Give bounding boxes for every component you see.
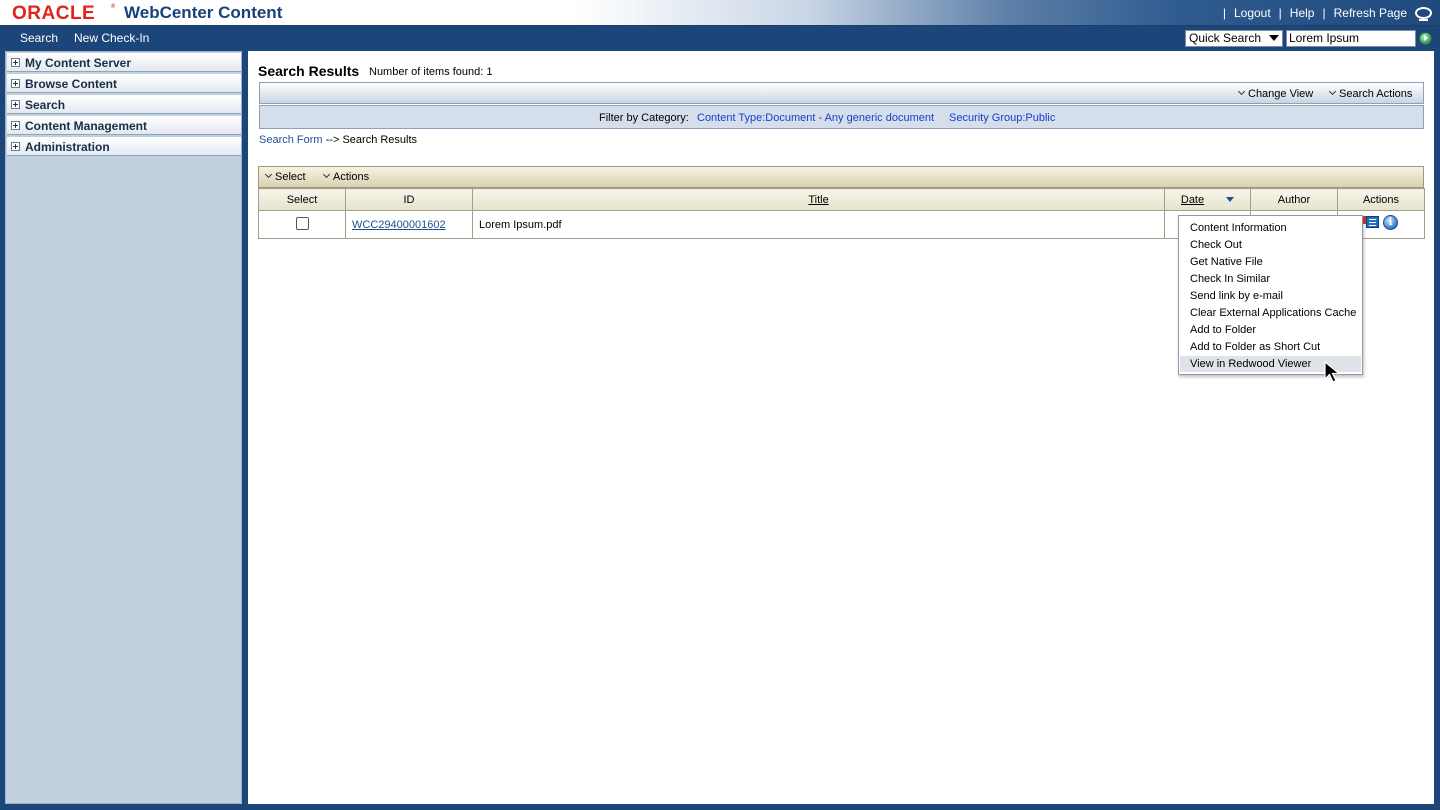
main-content bbox=[248, 51, 1434, 804]
chevron-down-icon bbox=[322, 170, 331, 179]
col-header-select: Select bbox=[258, 188, 346, 211]
table-toolbar: Select Actions bbox=[258, 166, 1424, 188]
menu-item-send-link-by-email[interactable]: Send link by e-mail bbox=[1180, 288, 1361, 304]
row-actions-popup-menu: Content Information Check Out Get Native… bbox=[1178, 215, 1363, 375]
col-header-author: Author bbox=[1250, 188, 1338, 211]
filter-security-group-link[interactable]: Security Group:Public bbox=[949, 112, 1055, 124]
oracle-logo: ORACLE bbox=[12, 3, 96, 24]
row-checkbox[interactable] bbox=[295, 216, 309, 230]
top-header: ORACLE ® WebCenter Content | Logout | He… bbox=[0, 0, 1440, 26]
breadcrumb: Search Form --> Search Results bbox=[259, 134, 418, 146]
menu-item-add-to-folder[interactable]: Add to Folder bbox=[1180, 322, 1361, 338]
change-view-menu[interactable]: Change View bbox=[1237, 87, 1313, 100]
table-header-row: Select ID Title Date Author Actions bbox=[258, 188, 1425, 211]
chevron-down-icon bbox=[264, 170, 273, 179]
oracle-ring-icon bbox=[1415, 7, 1432, 21]
breadcrumb-current: Search Results bbox=[342, 134, 418, 146]
row-id-cell: WCC29400001602 bbox=[345, 210, 473, 239]
go-arrow-icon[interactable] bbox=[1419, 32, 1432, 45]
row-select-cell bbox=[258, 210, 346, 239]
chevron-down-icon bbox=[1328, 87, 1337, 96]
chevron-down-icon bbox=[1269, 35, 1279, 41]
menu-item-clear-external-cache[interactable]: Clear External Applications Cache bbox=[1180, 305, 1361, 321]
menu-item-check-in-similar[interactable]: Check In Similar bbox=[1180, 271, 1361, 287]
logout-link[interactable]: Logout bbox=[1234, 6, 1271, 20]
quick-search-type-select[interactable]: Quick Search bbox=[1185, 30, 1283, 47]
actions-menu[interactable]: Actions bbox=[322, 170, 369, 183]
items-found-count: Number of items found: 1 bbox=[369, 66, 493, 78]
nav-new-checkin-link[interactable]: New Check-In bbox=[74, 31, 149, 45]
nav-search-link[interactable]: Search bbox=[20, 31, 58, 45]
breadcrumb-search-form-link[interactable]: Search Form bbox=[259, 134, 323, 146]
sidebar-item-search[interactable]: Search bbox=[7, 95, 241, 114]
expand-plus-icon[interactable] bbox=[11, 100, 20, 109]
sort-descending-icon bbox=[1226, 196, 1235, 202]
expand-plus-icon[interactable] bbox=[11, 79, 20, 88]
registered-mark: ® bbox=[110, 3, 116, 10]
expand-plus-icon[interactable] bbox=[11, 121, 20, 130]
col-header-title[interactable]: Title bbox=[472, 188, 1165, 211]
mouse-pointer-icon bbox=[1324, 360, 1341, 383]
sidebar: My Content Server Browse Content Search … bbox=[5, 51, 242, 804]
filter-label: Filter by Category: bbox=[599, 112, 689, 124]
actions-menu-icon[interactable] bbox=[1366, 216, 1379, 228]
sidebar-item-my-content-server[interactable]: My Content Server bbox=[7, 53, 241, 72]
sidebar-item-administration[interactable]: Administration bbox=[7, 137, 241, 156]
filter-bar: Filter by Category: Content Type:Documen… bbox=[259, 105, 1424, 129]
info-icon[interactable]: i bbox=[1383, 215, 1398, 230]
menu-item-get-native-file[interactable]: Get Native File bbox=[1180, 254, 1361, 270]
content-id-link[interactable]: WCC29400001602 bbox=[352, 219, 446, 231]
expand-plus-icon[interactable] bbox=[11, 58, 20, 67]
select-menu[interactable]: Select bbox=[264, 170, 306, 183]
quick-search-input[interactable]: Lorem Ipsum bbox=[1286, 30, 1416, 47]
menu-item-check-out[interactable]: Check Out bbox=[1180, 237, 1361, 253]
col-header-actions: Actions bbox=[1337, 188, 1425, 211]
sidebar-item-browse-content[interactable]: Browse Content bbox=[7, 74, 241, 93]
row-title-cell: Lorem Ipsum.pdf bbox=[472, 210, 1165, 239]
col-header-date[interactable]: Date bbox=[1164, 188, 1251, 211]
help-link[interactable]: Help bbox=[1290, 6, 1315, 20]
product-name: WebCenter Content bbox=[124, 3, 283, 22]
chevron-down-icon bbox=[1237, 87, 1246, 96]
search-actions-menu[interactable]: Search Actions bbox=[1328, 87, 1412, 100]
sidebar-item-content-management[interactable]: Content Management bbox=[7, 116, 241, 135]
top-links: | Logout | Help | Refresh Page bbox=[1215, 6, 1432, 21]
col-header-id: ID bbox=[345, 188, 473, 211]
page-title: Search Results bbox=[258, 63, 360, 79]
menu-item-add-to-folder-shortcut[interactable]: Add to Folder as Short Cut bbox=[1180, 339, 1361, 355]
results-action-bar: Change View Search Actions bbox=[259, 82, 1424, 104]
expand-plus-icon[interactable] bbox=[11, 142, 20, 151]
refresh-page-link[interactable]: Refresh Page bbox=[1334, 6, 1407, 20]
menu-item-content-information[interactable]: Content Information bbox=[1180, 220, 1361, 236]
filter-content-type-link[interactable]: Content Type:Document - Any generic docu… bbox=[697, 112, 934, 124]
